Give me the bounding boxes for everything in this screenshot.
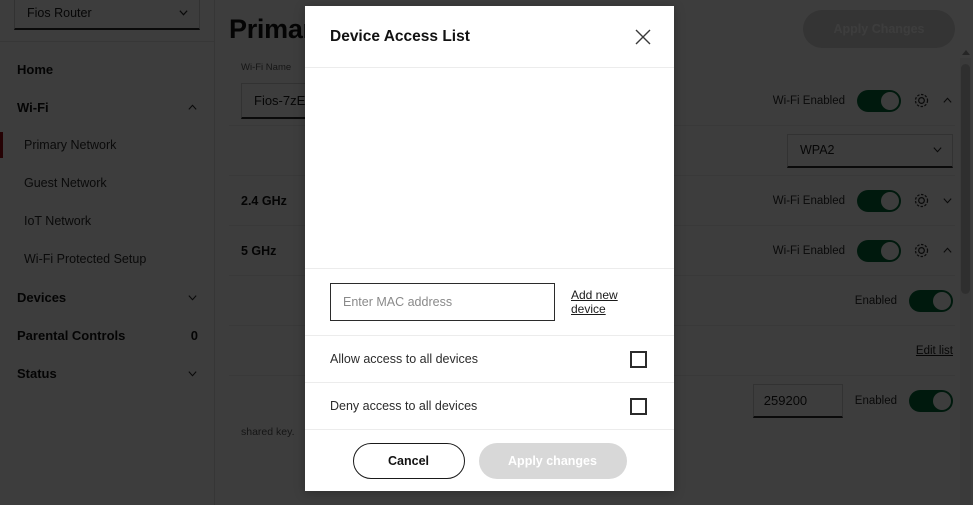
allow-all-label: Allow access to all devices <box>330 352 478 366</box>
add-new-device-link[interactable]: Add new device <box>571 288 650 316</box>
modal-body: Enter MAC address Add new device Allow a… <box>305 68 674 429</box>
apply-changes-modal-button[interactable]: Apply changes <box>478 442 627 479</box>
mac-address-input[interactable]: Enter MAC address <box>330 283 555 321</box>
app-root: Fios Router Home Wi-Fi <box>0 0 973 505</box>
allow-all-checkbox[interactable] <box>630 350 647 368</box>
cancel-button[interactable]: Cancel <box>352 442 465 479</box>
allow-all-row[interactable]: Allow access to all devices <box>305 335 674 382</box>
deny-all-label: Deny access to all devices <box>330 399 478 413</box>
close-icon[interactable] <box>633 27 653 47</box>
modal-title: Device Access List <box>330 27 470 45</box>
device-list-empty-area <box>305 68 674 268</box>
deny-all-checkbox[interactable] <box>630 397 647 415</box>
modal-header: Device Access List <box>305 6 674 68</box>
deny-all-row[interactable]: Deny access to all devices <box>305 382 674 429</box>
modal-footer: Cancel Apply changes <box>305 429 674 491</box>
add-device-row: Enter MAC address Add new device <box>305 268 674 335</box>
device-access-list-modal: Device Access List Enter MAC address Add… <box>305 6 674 491</box>
